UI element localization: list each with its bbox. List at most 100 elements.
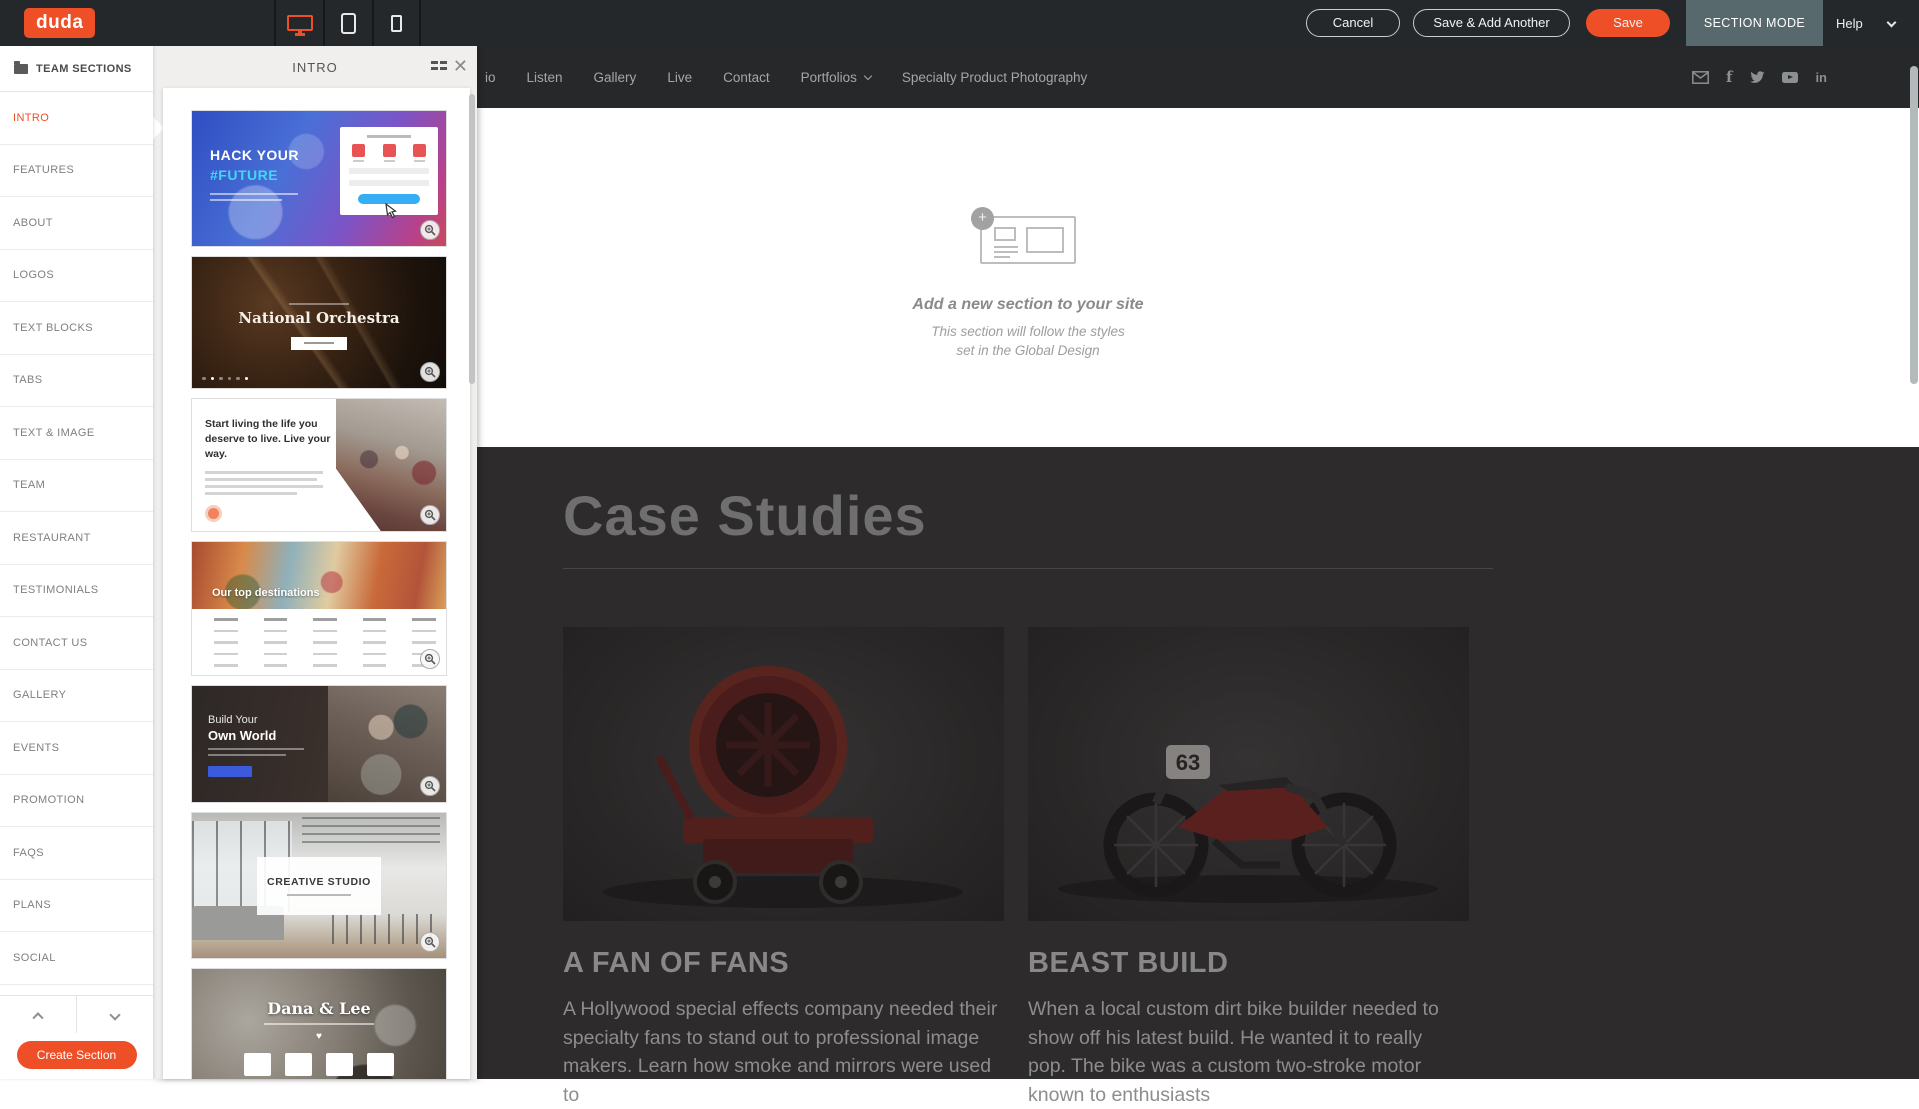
youtube-icon[interactable]: [1782, 72, 1798, 83]
linkedin-icon[interactable]: in: [1815, 70, 1827, 85]
sidebar-item-plans[interactable]: PLANS: [0, 880, 153, 933]
section-template-thumbnail[interactable]: CREATIVE STUDIO: [191, 812, 447, 959]
section-template-thumbnail[interactable]: Build Your Own World: [191, 685, 447, 803]
sidebar-item-features[interactable]: FEATURES: [0, 145, 153, 198]
case-study-card: A FAN OF FANS A Hollywood special effect…: [563, 627, 1004, 1109]
mini-button: [208, 766, 252, 777]
destinations-table: [214, 618, 436, 676]
close-icon[interactable]: ✕: [453, 54, 469, 78]
intro-templates-panel: INTRO ✕ HACK YOUR #FUTURE: [153, 46, 477, 1079]
cursor-icon: [382, 203, 398, 226]
card-title: BEAST BUILD: [1028, 947, 1469, 980]
save-button[interactable]: Save: [1586, 9, 1670, 37]
twitter-icon[interactable]: [1749, 71, 1765, 84]
mobile-icon: [391, 15, 402, 32]
page-scrollbar[interactable]: [1910, 66, 1918, 384]
sidebar-item-contact-us[interactable]: CONTACT US: [0, 617, 153, 670]
divider: [563, 568, 1493, 569]
panel-scrollbar[interactable]: [469, 94, 475, 384]
sidebar-item-logos[interactable]: LOGOS: [0, 250, 153, 303]
sidebar-item-testimonials[interactable]: TESTIMONIALS: [0, 565, 153, 618]
nav-item[interactable]: Portfolios: [801, 70, 871, 85]
site-navbar: io Listen Gallery Live Contact Portfolios Spec…: [477, 46, 1919, 108]
chevron-down-icon: [109, 1009, 120, 1020]
add-plus-icon[interactable]: +: [971, 207, 994, 230]
section-title: Case Studies: [563, 483, 1919, 548]
section-template-thumbnail[interactable]: HACK YOUR #FUTURE: [191, 110, 447, 247]
sidebar-item-events[interactable]: EVENTS: [0, 722, 153, 775]
tablet-preview-button[interactable]: [323, 0, 372, 46]
thumb-title: National Orchestra: [192, 309, 446, 327]
nav-item[interactable]: Gallery: [594, 70, 637, 85]
chevron-up-icon: [32, 1012, 43, 1023]
panel-title: INTRO: [292, 60, 337, 75]
sidebar-item-social[interactable]: SOCIAL: [0, 932, 153, 985]
case-study-card: 63 BEAST BUILD When a local custom dirt …: [1028, 627, 1469, 1109]
templates-list: HACK YOUR #FUTURE National Orchestra: [163, 88, 470, 1079]
save-add-another-button[interactable]: Save & Add Another: [1413, 9, 1570, 37]
cancel-button[interactable]: Cancel: [1306, 9, 1400, 37]
nav-item[interactable]: Listen: [527, 70, 563, 85]
section-template-thumbnail[interactable]: Our top destinations: [191, 541, 447, 676]
facebook-icon[interactable]: f: [1726, 68, 1732, 86]
zoom-preview-icon[interactable]: [420, 649, 440, 669]
sidebar-bottom: Create Section: [0, 995, 153, 1079]
add-section-prompt[interactable]: + Add a new section to your site This se…: [868, 216, 1188, 360]
section-template-thumbnail[interactable]: National Orchestra: [191, 256, 447, 389]
sidebar-item-team[interactable]: TEAM: [0, 460, 153, 513]
mobile-preview-button[interactable]: [372, 0, 421, 46]
scroll-down-button[interactable]: [77, 996, 153, 1033]
duda-logo[interactable]: duda: [24, 8, 95, 38]
sidebar-header: TEAM SECTIONS: [0, 46, 153, 92]
nav-item[interactable]: Live: [667, 70, 692, 85]
desktop-preview-button[interactable]: [274, 0, 323, 46]
sidebar-item-faqs[interactable]: FAQS: [0, 827, 153, 880]
sidebar-item-about[interactable]: ABOUT: [0, 197, 153, 250]
heart-icon: ♥: [316, 1031, 322, 1042]
empty-section-area: + Add a new section to your site This se…: [477, 108, 1919, 447]
sidebar-item-text-image[interactable]: TEXT & IMAGE: [0, 407, 153, 460]
section-template-thumbnail[interactable]: Start living the life you deserve to liv…: [191, 398, 447, 532]
carousel-dots: [202, 377, 248, 381]
topbar: duda Cancel Save & Add Another Save SECT…: [0, 0, 1919, 46]
thumb-title: Dana & Lee: [192, 999, 446, 1018]
overlay-card: CREATIVE STUDIO: [257, 857, 381, 915]
thumb-title: HACK YOUR: [210, 147, 299, 163]
thumb-title: Build Your: [208, 714, 258, 726]
tablet-icon: [341, 13, 356, 34]
zoom-preview-icon[interactable]: [420, 776, 440, 796]
site-nav-items: io Listen Gallery Live Contact Portfolios Spec…: [485, 46, 1087, 108]
nav-item[interactable]: Specialty Product Photography: [902, 70, 1087, 85]
chevron-down-icon: [864, 71, 872, 79]
zoom-preview-icon[interactable]: [420, 362, 440, 382]
zoom-preview-icon[interactable]: [420, 505, 440, 525]
section-mode-badge: SECTION MODE: [1686, 0, 1823, 46]
zoom-preview-icon[interactable]: [420, 220, 440, 240]
site-canvas: io Listen Gallery Live Contact Portfolios Spec…: [477, 46, 1919, 1079]
zoom-preview-icon[interactable]: [420, 932, 440, 952]
nav-item[interactable]: io: [485, 70, 496, 85]
sidebar-item-tabs[interactable]: TABS: [0, 355, 153, 408]
card-title: A FAN OF FANS: [563, 947, 1004, 980]
section-template-thumbnail[interactable]: Dana & Lee ♥: [191, 968, 447, 1079]
desktop-icon: [287, 15, 313, 31]
thumb-title: Start living the life you deserve to liv…: [205, 417, 335, 462]
card-text: A Hollywood special effects company need…: [563, 995, 1000, 1109]
create-section-button[interactable]: Create Section: [17, 1041, 137, 1069]
sidebar-item-promotion[interactable]: PROMOTION: [0, 775, 153, 828]
sidebar-item-text-blocks[interactable]: TEXT BLOCKS: [0, 302, 153, 355]
layout-grid-icon[interactable]: [431, 60, 447, 73]
email-icon[interactable]: [1692, 71, 1709, 84]
help-menu[interactable]: Help: [1836, 0, 1863, 46]
sidebar-item-intro[interactable]: INTRO: [0, 92, 153, 145]
scroll-up-button[interactable]: [0, 996, 77, 1033]
sidebar-item-restaurant[interactable]: RESTAURANT: [0, 512, 153, 565]
sidebar-header-label: TEAM SECTIONS: [36, 63, 132, 75]
sidebar-item-gallery[interactable]: GALLERY: [0, 670, 153, 723]
mini-button: [205, 505, 222, 522]
card-text: When a local custom dirt bike builder ne…: [1028, 995, 1465, 1109]
nav-item[interactable]: Contact: [723, 70, 770, 85]
chevron-down-icon[interactable]: [1887, 18, 1897, 28]
section-wireframe-icon: +: [980, 216, 1076, 264]
sections-sidebar: TEAM SECTIONS INTROFEATURESABOUTLOGOSTEX…: [0, 46, 153, 1079]
